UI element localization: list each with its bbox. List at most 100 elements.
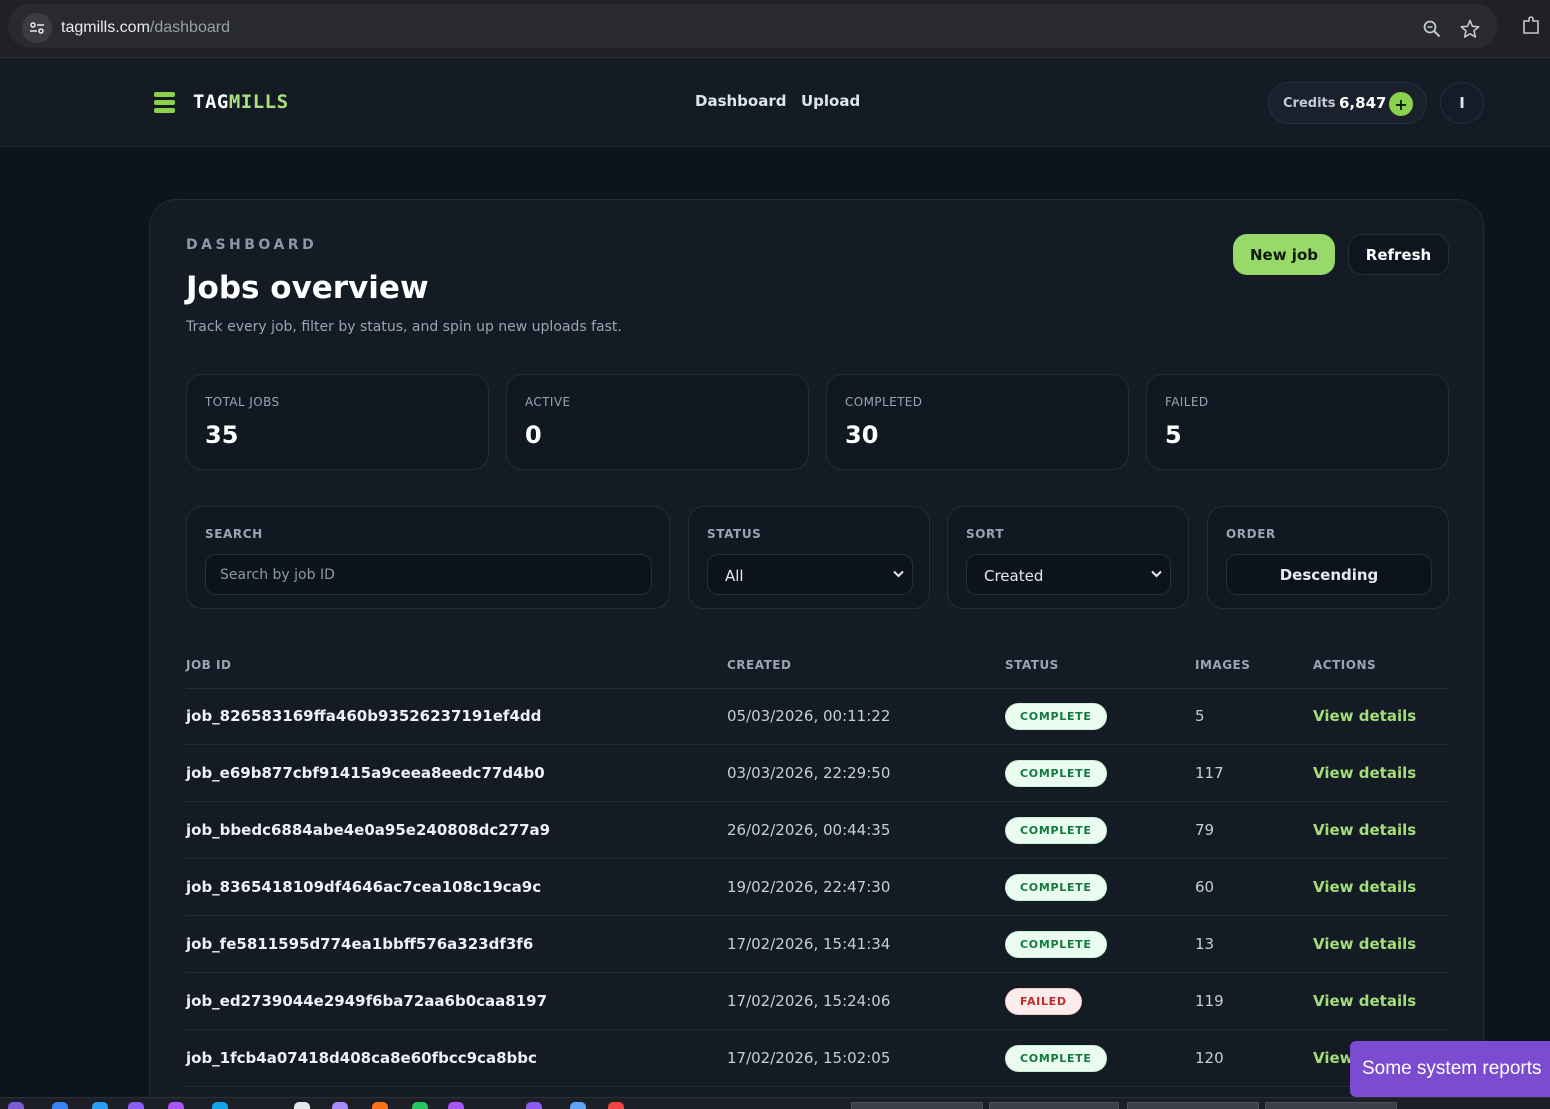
page-subtitle: Track every job, filter by status, and s…: [186, 319, 622, 335]
taskbar-app-icon[interactable]: [448, 1102, 464, 1109]
credits-label: Credits: [1283, 96, 1336, 111]
status-badge: COMPLETE: [1005, 931, 1107, 958]
taskbar-app-icon[interactable]: [372, 1102, 388, 1109]
search-label: SEARCH: [205, 527, 263, 541]
taskbar-app-icon[interactable]: [570, 1102, 586, 1109]
taskbar-app-icon[interactable]: [294, 1102, 310, 1109]
status-badge: COMPLETE: [1005, 760, 1107, 787]
stat-total-jobs: TOTAL JOBS 35: [186, 374, 489, 470]
refresh-button[interactable]: Refresh: [1348, 234, 1449, 275]
taskbar-window[interactable]: [851, 1102, 983, 1109]
job-created: 03/03/2026, 22:29:50: [727, 764, 891, 782]
job-id: job_ed2739044e2949f6ba72aa6b0caa8197: [186, 992, 548, 1010]
job-created: 17/02/2026, 15:02:05: [727, 1049, 891, 1067]
view-details-link[interactable]: View details: [1313, 707, 1416, 725]
status-filter: STATUS All: [688, 506, 930, 609]
job-id: job_fe5811595d774ea1bbff576a323df3f6: [186, 935, 534, 953]
search-filter: SEARCH: [186, 506, 670, 609]
order-toggle-button[interactable]: Descending: [1226, 554, 1432, 595]
taskbar-app-icon[interactable]: [92, 1102, 108, 1109]
job-id: job_bbedc6884abe4e0a95e240808dc277a9: [186, 821, 551, 839]
sort-select[interactable]: Created: [966, 554, 1171, 595]
column-header-actions: ACTIONS: [1313, 658, 1377, 672]
view-details-link[interactable]: View details: [1313, 878, 1416, 896]
stat-completed: COMPLETED 30: [826, 374, 1129, 470]
taskbar-app-icon[interactable]: [526, 1102, 542, 1109]
stat-value: 5: [1165, 421, 1182, 449]
stat-value: 0: [525, 421, 542, 449]
view-details-link[interactable]: View details: [1313, 935, 1416, 953]
taskbar-window[interactable]: [989, 1102, 1119, 1109]
order-filter: ORDER Descending: [1207, 506, 1449, 609]
logo-part-tag: TAG: [193, 91, 229, 113]
taskbar-app-icon[interactable]: [128, 1102, 144, 1109]
job-images: 60: [1195, 878, 1215, 896]
taskbar-app-icon[interactable]: [168, 1102, 184, 1109]
system-reports-toast[interactable]: Some system reports: [1350, 1041, 1550, 1097]
job-created: 19/02/2026, 22:47:30: [727, 878, 891, 896]
avatar[interactable]: I: [1440, 82, 1484, 124]
job-created: 26/02/2026, 00:44:35: [727, 821, 891, 839]
view-details-link[interactable]: View details: [1313, 992, 1416, 1010]
job-created: 17/02/2026, 15:24:06: [727, 992, 891, 1010]
url-text[interactable]: tagmills.com/dashboard: [61, 19, 230, 37]
order-label: ORDER: [1226, 527, 1276, 541]
zoom-icon[interactable]: [1421, 18, 1443, 40]
new-job-button[interactable]: New job: [1233, 234, 1335, 275]
view-details-link[interactable]: View details: [1313, 821, 1416, 839]
add-credits-button[interactable]: +: [1389, 92, 1413, 116]
column-header-status: STATUS: [1005, 658, 1059, 672]
logo-part-mills: MILLS: [228, 91, 289, 113]
column-header-images: IMAGES: [1195, 658, 1251, 672]
sort-label: SORT: [966, 527, 1005, 541]
view-details-link[interactable]: View details: [1313, 764, 1416, 782]
stat-failed: FAILED 5: [1146, 374, 1449, 470]
job-images: 5: [1195, 707, 1205, 725]
page-eyebrow: DASHBOARD: [186, 237, 318, 253]
status-select[interactable]: All: [707, 554, 913, 595]
taskbar-app-icon[interactable]: [52, 1102, 68, 1109]
stat-active: ACTIVE 0: [506, 374, 809, 470]
job-images: 119: [1195, 992, 1224, 1010]
logo[interactable]: TAGMILLS: [193, 91, 289, 113]
job-created: 17/02/2026, 15:41:34: [727, 935, 891, 953]
stat-value: 30: [845, 421, 879, 449]
taskbar-app-icon[interactable]: [608, 1102, 624, 1109]
job-created: 05/03/2026, 00:11:22: [727, 707, 891, 725]
job-images: 120: [1195, 1049, 1224, 1067]
job-images: 13: [1195, 935, 1215, 953]
sort-select-value: Created: [984, 567, 1044, 585]
taskbar-window[interactable]: [1127, 1102, 1259, 1109]
taskbar-app-icon[interactable]: [212, 1102, 228, 1109]
status-badge: COMPLETE: [1005, 874, 1107, 901]
menu-stack-icon[interactable]: [154, 92, 175, 113]
site-info-icon[interactable]: [22, 13, 52, 43]
os-taskbar: [0, 1097, 1550, 1109]
jobs-card: DASHBOARD Jobs overview Track every job,…: [149, 199, 1484, 1109]
credits-pill: Credits 6,847 +: [1268, 82, 1427, 124]
extensions-icon[interactable]: [1520, 15, 1542, 37]
status-badge: COMPLETE: [1005, 1045, 1107, 1072]
browser-toolbar: tagmills.com/dashboard: [0, 0, 1550, 58]
table-row: job_8365418109df4646ac7cea108c19ca9c 19/…: [186, 859, 1448, 916]
nav-dashboard[interactable]: Dashboard: [695, 92, 786, 110]
taskbar-app-icon[interactable]: [332, 1102, 348, 1109]
status-label: STATUS: [707, 527, 762, 541]
taskbar-app-icon[interactable]: [412, 1102, 428, 1109]
status-select-value: All: [725, 567, 744, 585]
taskbar-app-icon[interactable]: [8, 1102, 24, 1109]
chevron-down-icon: [893, 570, 904, 578]
star-icon[interactable]: [1459, 18, 1481, 40]
sort-filter: SORT Created: [947, 506, 1189, 609]
page-title: Jobs overview: [186, 270, 429, 306]
taskbar-window[interactable]: [1265, 1102, 1397, 1109]
search-input[interactable]: [205, 554, 652, 595]
table-row: job_fe5811595d774ea1bbff576a323df3f6 17/…: [186, 916, 1448, 973]
table-row: job_bbedc6884abe4e0a95e240808dc277a9 26/…: [186, 802, 1448, 859]
toast-text: Some system reports: [1362, 1058, 1542, 1079]
stat-label: TOTAL JOBS: [205, 395, 280, 409]
app-header: TAGMILLS Dashboard Upload Credits 6,847 …: [0, 58, 1550, 147]
status-badge: COMPLETE: [1005, 703, 1107, 730]
nav-upload[interactable]: Upload: [801, 92, 860, 110]
address-bar[interactable]: tagmills.com/dashboard: [8, 4, 1498, 48]
